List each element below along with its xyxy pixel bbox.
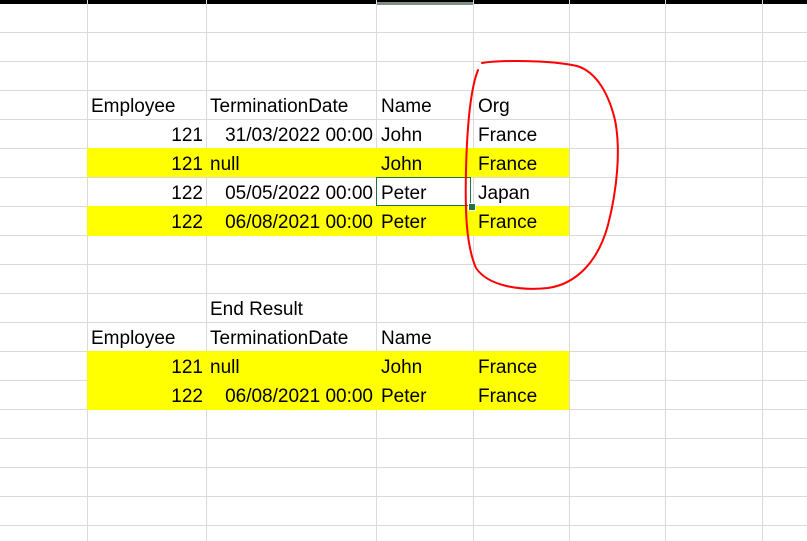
red-circle-annotation — [464, 60, 619, 290]
spreadsheet-grid[interactable]: Employee TerminationDate Name Org 121 31… — [0, 0, 807, 541]
